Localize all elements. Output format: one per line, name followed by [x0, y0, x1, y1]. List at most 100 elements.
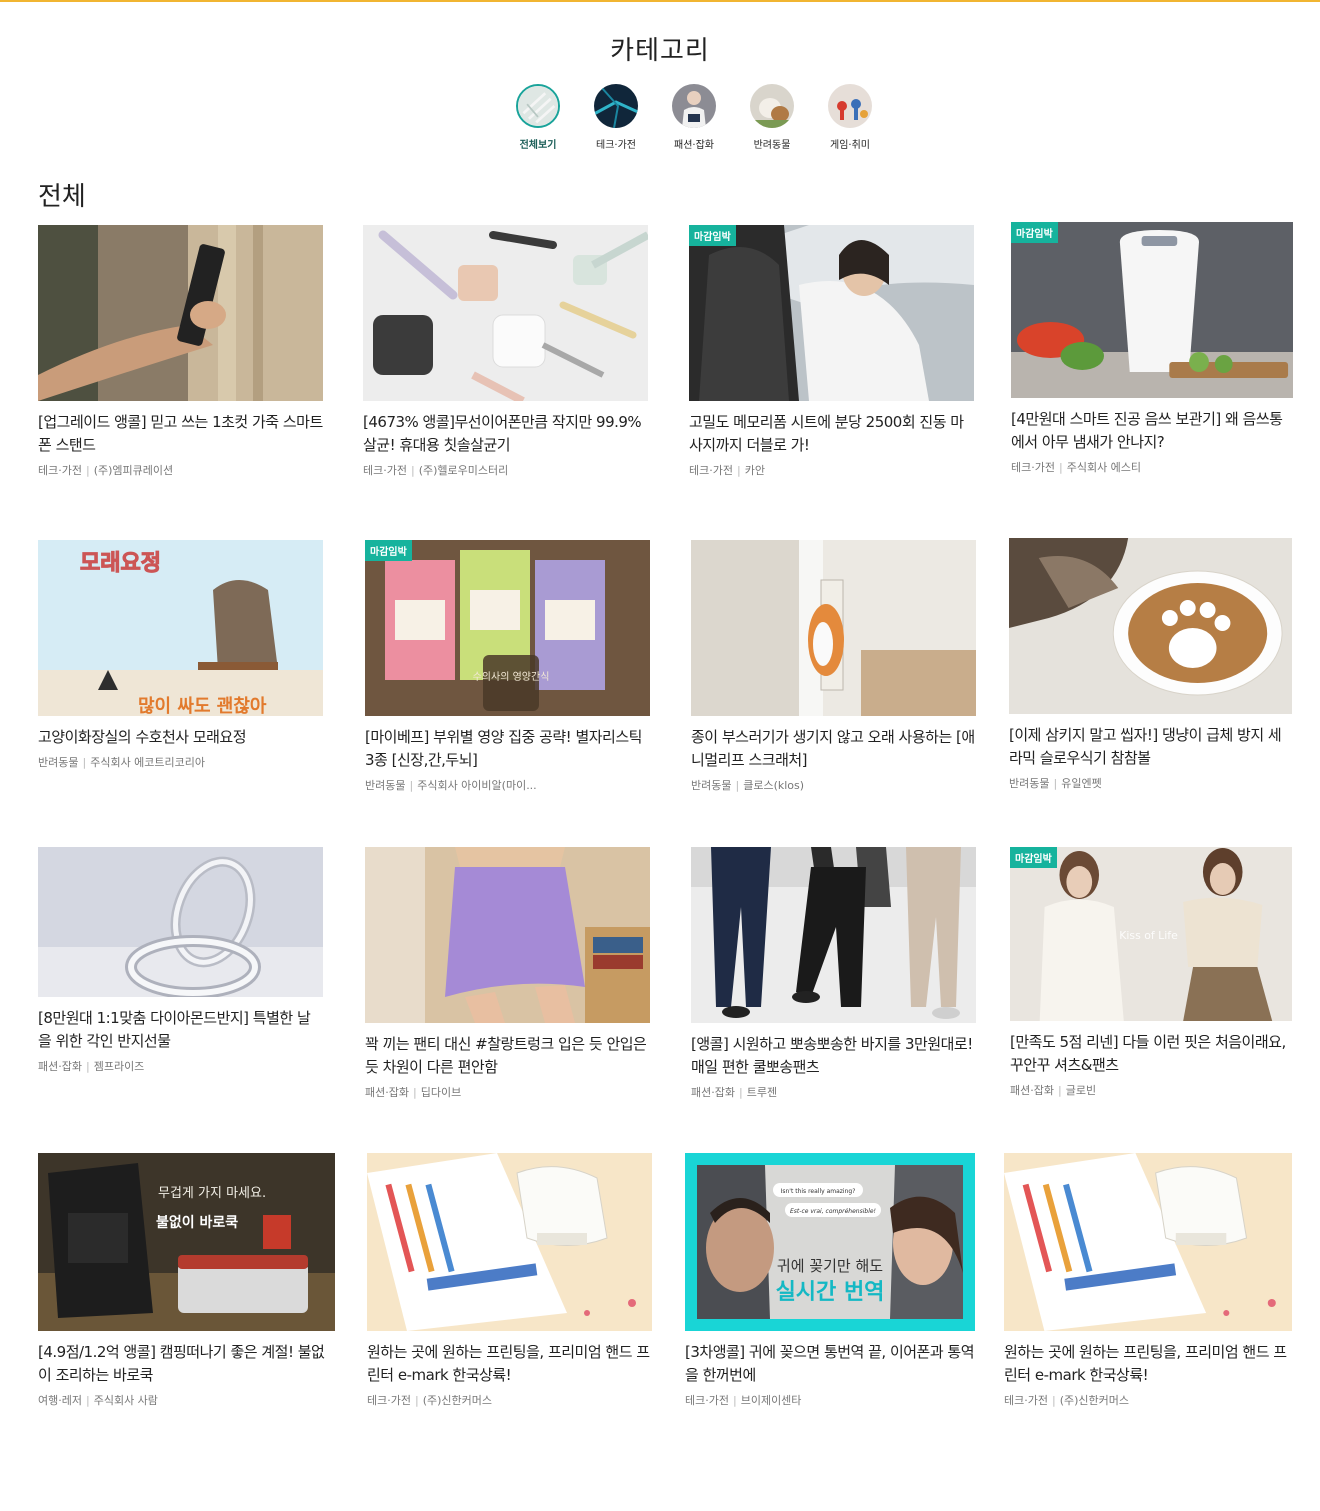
category-item-tech[interactable]: 테크·가전 [581, 84, 651, 151]
category-hobby-thumb[interactable] [828, 84, 872, 128]
product-image[interactable] [38, 225, 323, 401]
category-hobby-label: 게임·취미 [830, 140, 870, 151]
category-fashion-thumb[interactable] [672, 84, 716, 128]
meta-separator: | [732, 1394, 737, 1407]
product-card[interactable]: [앵콜] 시원하고 뽀송뽀송한 바지를 3만원대로! 매일 편한 쿨뽀송팬츠 패… [691, 847, 976, 1100]
category-all-label: 전체보기 [519, 140, 557, 151]
image-text: Isn't this really amazing? [781, 1188, 856, 1195]
product-card[interactable]: [8만원대 1:1맞춤 다이아몬드반지] 특별한 날을 위한 각인 반지선물 패… [38, 847, 323, 1074]
product-image[interactable] [691, 847, 976, 1023]
deadline-badge: 마감임박 [689, 225, 736, 246]
category-all-thumb[interactable] [516, 84, 560, 128]
product-category: 패션·잡화 [691, 1086, 735, 1099]
product-image[interactable] [1009, 538, 1292, 714]
product-image[interactable]: 마감임박 [1011, 222, 1293, 398]
category-pet-thumb[interactable] [750, 84, 794, 128]
product-image[interactable] [363, 225, 648, 401]
product-title[interactable]: [마이베프] 부위별 영양 집중 공략! 별자리스틱 3종 [신장,간,두뇌] [365, 726, 650, 772]
image-text: 수의사의 영양간식 [473, 671, 550, 683]
product-title[interactable]: [4.9점/1.2억 앵콜] 캠핑떠나기 좋은 계절! 불없이 조리하는 바로쿡 [38, 1341, 335, 1387]
product-image[interactable]: 수의사의 영양간식 마감임박 [365, 540, 650, 716]
product-meta: 반려동물 | 주식회사 아이비알(마이... [365, 777, 650, 793]
product-meta: 패션·잡화 | 딥다이브 [365, 1084, 650, 1100]
meta-separator: | [85, 464, 90, 477]
product-title[interactable]: 꽉 끼는 팬티 대신 #찰랑트렁크 입은 듯 안입은 듯 차원이 다른 편안함 [365, 1033, 650, 1079]
product-image[interactable]: 마감임박 [689, 225, 974, 401]
product-card[interactable]: 수의사의 영양간식 마감임박 [마이베프] 부위별 영양 집중 공략! 별자리스… [365, 540, 650, 793]
product-image[interactable] [365, 847, 650, 1023]
product-meta: 패션·잡화 | 글로빈 [1010, 1082, 1292, 1098]
product-meta: 반려동물 | 유일엔펫 [1009, 775, 1292, 791]
product-image[interactable]: Kiss of Life 마감임박 [1010, 847, 1292, 1021]
category-item-pet[interactable]: 반려동물 [737, 84, 807, 151]
product-company: 주식회사 에코트리코리아 [90, 756, 206, 769]
product-category: 반려동물 [1009, 777, 1050, 790]
product-meta: 테크·가전 | (주)헬로우미스터리 [363, 462, 648, 478]
product-title[interactable]: 고양이화장실의 수호천사 모래요정 [38, 726, 323, 749]
product-category: 테크·가전 [1004, 1394, 1048, 1407]
product-title[interactable]: [4만원대 스마트 진공 음쓰 보관기] 왜 음쓰통에서 아무 냄새가 안나지? [1011, 408, 1293, 454]
product-category: 테크·가전 [685, 1394, 729, 1407]
product-title[interactable]: [앵콜] 시원하고 뽀송뽀송한 바지를 3만원대로! 매일 편한 쿨뽀송팬츠 [691, 1033, 976, 1079]
product-category: 여행·레저 [38, 1394, 82, 1407]
product-company: 주식회사 아이비알(마이... [417, 779, 537, 792]
section-title: 전체 [38, 182, 86, 212]
product-title[interactable]: [만족도 5점 리넨] 다들 이런 핏은 처음이래요, 꾸안꾸 셔츠&팬츠 [1010, 1031, 1292, 1077]
product-image[interactable] [367, 1153, 652, 1331]
product-card[interactable]: 종이 부스러기가 생기지 않고 오래 사용하는 [애니멀리프 스크래처] 반려동… [691, 540, 976, 793]
product-card[interactable]: 마감임박 [4만원대 스마트 진공 음쓰 보관기] 왜 음쓰통에서 아무 냄새가… [1011, 222, 1293, 475]
category-heading: 카테고리 [610, 36, 710, 66]
product-meta: 여행·레저 | 주식회사 사람 [38, 1392, 335, 1408]
product-category: 반려동물 [691, 779, 732, 792]
meta-separator: | [1051, 1394, 1056, 1407]
product-title[interactable]: [3차앵콜] 귀에 꽂으면 통번역 끝, 이어폰과 통역을 한꺼번에 [685, 1341, 975, 1387]
product-company: 딥다이브 [420, 1086, 462, 1099]
category-tech-thumb[interactable] [594, 84, 638, 128]
product-card[interactable]: 무겁게 가지 마세요. 불없이 바로쿡 [4.9점/1.2억 앵콜] 캠핑떠나기… [38, 1153, 335, 1408]
product-company: 유일엔펫 [1061, 777, 1102, 790]
product-card[interactable]: [이제 삼키지 말고 씹자!] 댕냥이 급체 방지 세라믹 슬로우식기 참참볼 … [1009, 538, 1292, 791]
product-title[interactable]: [이제 삼키지 말고 씹자!] 댕냥이 급체 방지 세라믹 슬로우식기 참참볼 [1009, 724, 1292, 770]
product-card[interactable]: 원하는 곳에 원하는 프린팅을, 프리미엄 핸드 프린터 e-mark 한국상륙… [367, 1153, 652, 1408]
product-meta: 반려동물 | 주식회사 에코트리코리아 [38, 754, 323, 770]
category-tech-label: 테크·가전 [596, 140, 636, 151]
product-card[interactable]: Isn't this really amazing? Est-ce vrai, … [685, 1153, 975, 1408]
deadline-badge: 마감임박 [1011, 222, 1058, 243]
product-meta: 반려동물 | 클로스(klos) [691, 777, 976, 793]
product-card[interactable]: 원하는 곳에 원하는 프린팅을, 프리미엄 핸드 프린터 e-mark 한국상륙… [1004, 1153, 1292, 1408]
category-item-all[interactable]: 전체보기 [503, 84, 573, 151]
product-card[interactable]: [4673% 앵콜]무선이어폰만큼 작지만 99.9% 살균! 휴대용 칫솔살균… [363, 225, 648, 478]
product-card[interactable]: Kiss of Life 마감임박 [만족도 5점 리넨] 다들 이런 핏은 처… [1010, 847, 1292, 1098]
product-company: 주식회사 에스티 [1066, 461, 1142, 474]
category-item-hobby[interactable]: 게임·취미 [815, 84, 885, 151]
product-card[interactable]: 마감임박 고밀도 메모리폼 시트에 분당 2500회 진동 마사지까지 더블로 … [689, 225, 974, 478]
product-title[interactable]: [업그레이드 앵콜] 믿고 쓰는 1초컷 가죽 스마트폰 스탠드 [38, 411, 323, 457]
meta-separator: | [409, 779, 414, 792]
product-image[interactable] [691, 540, 976, 716]
product-card[interactable]: 꽉 끼는 팬티 대신 #찰랑트렁크 입은 듯 안입은 듯 차원이 다른 편안함 … [365, 847, 650, 1100]
meta-separator: | [414, 1394, 419, 1407]
product-title[interactable]: [8만원대 1:1맞춤 다이아몬드반지] 특별한 날을 위한 각인 반지선물 [38, 1007, 323, 1053]
product-title[interactable]: [4673% 앵콜]무선이어폰만큼 작지만 99.9% 살균! 휴대용 칫솔살균… [363, 411, 648, 457]
product-title[interactable]: 원하는 곳에 원하는 프린팅을, 프리미엄 핸드 프린터 e-mark 한국상륙… [1004, 1341, 1292, 1387]
product-image[interactable]: Isn't this really amazing? Est-ce vrai, … [685, 1153, 975, 1331]
product-image[interactable]: 모래요정 많이 싸도 괜찮아 [38, 540, 323, 716]
product-image[interactable] [38, 847, 323, 997]
product-meta: 테크·가전 | 카안 [689, 462, 974, 478]
image-text: 귀에 꽂기만 해도 [777, 1257, 883, 1275]
image-text: 실시간 번역 [776, 1280, 885, 1305]
product-meta: 패션·잡화 | 젬프라이즈 [38, 1058, 323, 1074]
meta-separator: | [410, 464, 415, 477]
category-fashion-label: 패션·잡화 [674, 140, 714, 151]
product-category: 패션·잡화 [1010, 1084, 1054, 1097]
category-item-fashion[interactable]: 패션·잡화 [659, 84, 729, 151]
product-title[interactable]: 고밀도 메모리폼 시트에 분당 2500회 진동 마사지까지 더블로 가! [689, 411, 974, 457]
image-text: 불없이 바로쿡 [156, 1214, 238, 1231]
product-category: 테크·가전 [367, 1394, 411, 1407]
product-card[interactable]: 모래요정 많이 싸도 괜찮아 고양이화장실의 수호천사 모래요정 반려동물 | 주식… [38, 540, 323, 770]
product-card[interactable]: [업그레이드 앵콜] 믿고 쓰는 1초컷 가죽 스마트폰 스탠드 테크·가전 |(… [38, 225, 323, 478]
product-image[interactable] [1004, 1153, 1292, 1331]
product-title[interactable]: 종이 부스러기가 생기지 않고 오래 사용하는 [애니멀리프 스크래처] [691, 726, 976, 772]
product-image[interactable]: 무겁게 가지 마세요. 불없이 바로쿡 [38, 1153, 335, 1331]
product-title[interactable]: 원하는 곳에 원하는 프린팅을, 프리미엄 핸드 프린터 e-mark 한국상륙… [367, 1341, 652, 1387]
